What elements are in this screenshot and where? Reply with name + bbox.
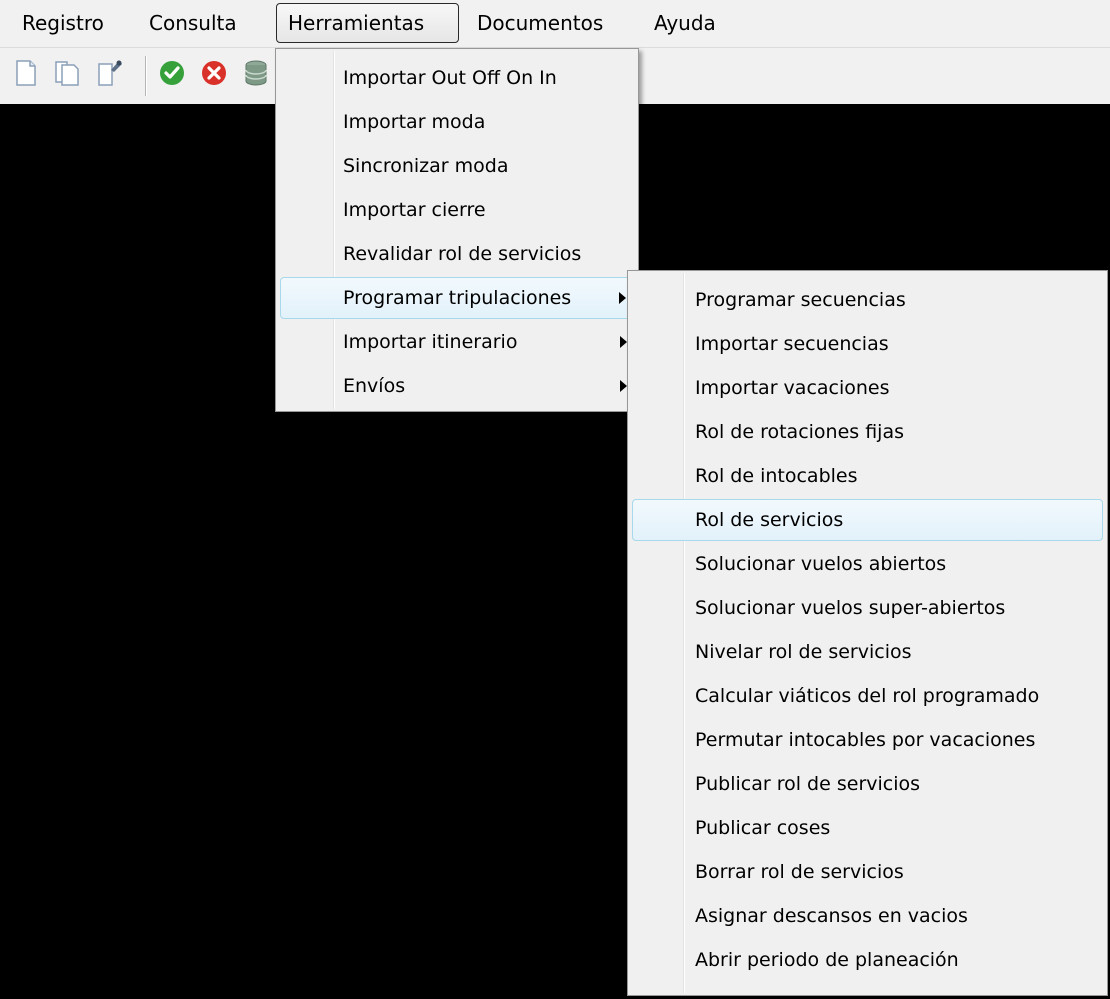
menu-registro[interactable]: Registro bbox=[11, 3, 115, 43]
menu-bar: Registro Consulta Herramientas Documento… bbox=[0, 0, 1110, 48]
menu-item-label: Programar tripulaciones bbox=[343, 287, 572, 309]
accept-check-icon[interactable] bbox=[157, 58, 187, 88]
menu-item-importar-vacaciones[interactable]: Importar vacaciones bbox=[632, 367, 1103, 409]
cancel-x-icon[interactable] bbox=[199, 58, 229, 88]
menu-item-rol-servicios[interactable]: Rol de servicios bbox=[632, 499, 1103, 541]
menu-item-sincronizar-moda[interactable]: Sincronizar moda bbox=[280, 145, 634, 187]
database-icon[interactable] bbox=[241, 58, 271, 88]
menu-item-publicar-rol[interactable]: Publicar rol de servicios bbox=[632, 763, 1103, 805]
menu-consulta[interactable]: Consulta bbox=[138, 3, 248, 43]
menu-item-label: Importar itinerario bbox=[343, 331, 518, 353]
menu-item-importar-secuencias[interactable]: Importar secuencias bbox=[632, 323, 1103, 365]
menu-item-envios[interactable]: Envíos bbox=[280, 365, 634, 407]
menu-herramientas[interactable]: Herramientas bbox=[276, 3, 459, 43]
menu-item-label: Envíos bbox=[343, 375, 406, 397]
menu-item-nivelar-rol[interactable]: Nivelar rol de servicios bbox=[632, 631, 1103, 673]
menu-item-asignar-descansos[interactable]: Asignar descansos en vacios bbox=[632, 895, 1103, 937]
menu-documentos[interactable]: Documentos bbox=[466, 3, 614, 43]
menu-item-borrar-rol[interactable]: Borrar rol de servicios bbox=[632, 851, 1103, 893]
menu-ayuda[interactable]: Ayuda bbox=[643, 3, 727, 43]
programar-tripulaciones-submenu: Programar secuencias Importar secuencias… bbox=[627, 270, 1108, 996]
menu-item-revalidar-rol[interactable]: Revalidar rol de servicios bbox=[280, 233, 634, 275]
menu-item-solucionar-vuelos-abiertos[interactable]: Solucionar vuelos abiertos bbox=[632, 543, 1103, 585]
menu-item-abrir-periodo[interactable]: Abrir periodo de planeación bbox=[632, 939, 1103, 981]
menu-item-solucionar-vuelos-super-abiertos[interactable]: Solucionar vuelos super-abiertos bbox=[632, 587, 1103, 629]
menu-item-importar-itinerario[interactable]: Importar itinerario bbox=[280, 321, 634, 363]
menu-item-programar-secuencias[interactable]: Programar secuencias bbox=[632, 279, 1103, 321]
new-document-icon[interactable] bbox=[10, 58, 40, 88]
submenu-arrow-icon bbox=[620, 380, 627, 392]
menu-item-programar-tripulaciones[interactable]: Programar tripulaciones bbox=[280, 277, 634, 319]
herramientas-menu: Importar Out Off On In Importar moda Sin… bbox=[275, 48, 639, 412]
edit-document-icon[interactable] bbox=[94, 58, 124, 88]
menu-item-importar-moda[interactable]: Importar moda bbox=[280, 101, 634, 143]
submenu-arrow-icon bbox=[620, 336, 627, 348]
submenu-arrow-icon bbox=[619, 292, 626, 304]
menu-item-calcular-viaticos[interactable]: Calcular viáticos del rol programado bbox=[632, 675, 1103, 717]
menu-item-permutar-intocables[interactable]: Permutar intocables por vacaciones bbox=[632, 719, 1103, 761]
menu-item-importar-out-off-on-in[interactable]: Importar Out Off On In bbox=[280, 57, 634, 99]
menu-item-rol-intocables[interactable]: Rol de intocables bbox=[632, 455, 1103, 497]
toolbar-separator bbox=[145, 56, 146, 96]
copy-document-icon[interactable] bbox=[52, 58, 82, 88]
menu-item-importar-cierre[interactable]: Importar cierre bbox=[280, 189, 634, 231]
menu-item-publicar-coses[interactable]: Publicar coses bbox=[632, 807, 1103, 849]
menu-item-rol-rotaciones-fijas[interactable]: Rol de rotaciones fijas bbox=[632, 411, 1103, 453]
